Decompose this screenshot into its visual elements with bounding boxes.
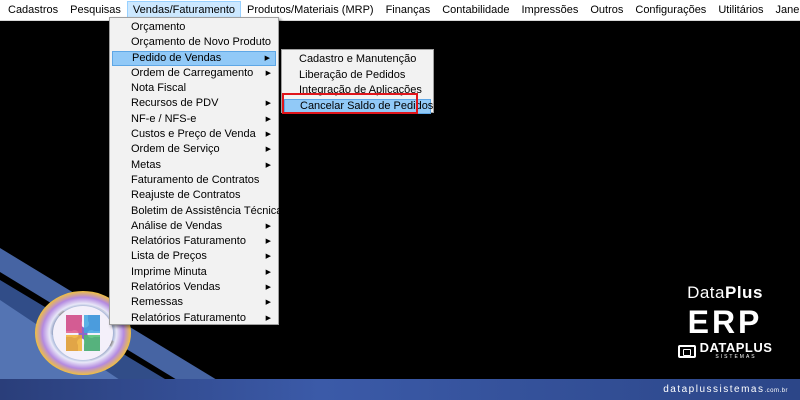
- submenu-arrow-icon: ▶: [265, 161, 271, 169]
- menu-item-nfe-nfse[interactable]: NF-e / NFS-e ▶: [112, 112, 276, 127]
- submenu-arrow-icon: ▶: [265, 253, 271, 261]
- menu-item-reajuste-contratos[interactable]: Reajuste de Contratos: [112, 188, 276, 203]
- menu-item-label: Imprime Minuta: [131, 265, 207, 278]
- menu-item-custos-preco-venda[interactable]: Custos e Preço de Venda ▶: [112, 127, 276, 142]
- pedido-vendas-submenu: Cadastro e Manutenção Liberação de Pedid…: [281, 49, 434, 114]
- menu-item-label: Liberação de Pedidos: [299, 68, 406, 81]
- menu-item-remessas[interactable]: Remessas ▶: [112, 295, 276, 310]
- brand-block: DataPlus ERP DATAPLUS SISTEMAS: [650, 283, 800, 360]
- menu-item-label: Custos e Preço de Venda: [131, 128, 256, 141]
- submenu-arrow-icon: ▶: [265, 69, 271, 77]
- menu-item-label: Recursos de PDV: [131, 97, 219, 110]
- submenu-arrow-icon: ▶: [265, 131, 271, 139]
- submenu-arrow-icon: ▶: [265, 299, 271, 307]
- menu-item-label: Relatórios Faturamento: [131, 311, 246, 324]
- menu-item-label: NF-e / NFS-e: [131, 112, 197, 125]
- menu-item-label: Relatórios Vendas: [131, 281, 221, 294]
- menu-financas[interactable]: Finanças: [380, 1, 437, 20]
- menu-item-ordem-de-servico[interactable]: Ordem de Serviço ▶: [112, 142, 276, 157]
- menu-item-label: Orçamento de Novo Produto: [131, 36, 272, 49]
- company-logo-icon: [677, 344, 696, 358]
- submenu-arrow-icon: ▶: [265, 100, 271, 108]
- menu-item-relatorios-vendas[interactable]: Relatórios Vendas ▶: [112, 280, 276, 295]
- menu-item-faturamento-contratos[interactable]: Faturamento de Contratos: [112, 173, 276, 188]
- menu-outros[interactable]: Outros: [584, 1, 629, 20]
- submenu-arrow-icon: ▶: [265, 222, 271, 230]
- menu-item-label: Integração de Aplicações: [299, 84, 422, 96]
- brand-name-bold: Plus: [725, 283, 763, 302]
- menu-item-label: Remessas: [131, 296, 183, 309]
- submenu-item-integracao-aplicacoes[interactable]: Integração de Aplicações: [284, 83, 431, 99]
- menu-item-label: Metas: [131, 158, 161, 171]
- menu-item-label: Relatórios Faturamento: [131, 235, 246, 248]
- submenu-item-cancelar-saldo-pedidos[interactable]: Cancelar Saldo de Pedidos: [284, 98, 434, 114]
- submenu-arrow-icon: ▶: [265, 314, 271, 322]
- menu-item-label: Cancelar Saldo de Pedidos: [300, 99, 434, 112]
- vendas-dropdown-menu: Orçamento Orçamento de Novo Produto Pedi…: [109, 17, 282, 326]
- website-url-main: dataplussistemas: [663, 384, 765, 395]
- menu-item-lista-precos[interactable]: Lista de Preços ▶: [112, 249, 276, 264]
- submenu-arrow-icon: ▶: [265, 238, 271, 246]
- menu-item-boletim-assistencia[interactable]: Boletim de Assistência Técnica: [112, 204, 282, 219]
- menu-item-label: Lista de Preços: [131, 250, 207, 263]
- submenu-arrow-icon: ▶: [264, 54, 270, 62]
- brand-name-regular: Data: [687, 283, 725, 302]
- menu-cadastros[interactable]: Cadastros: [2, 1, 64, 20]
- menu-item-orcamento[interactable]: Orçamento: [112, 20, 276, 35]
- menu-impressoes[interactable]: Impressões: [516, 1, 585, 20]
- brand-product: ERP: [687, 304, 763, 340]
- menu-item-metas[interactable]: Metas ▶: [112, 158, 276, 173]
- submenu-item-cadastro-manutencao[interactable]: Cadastro e Manutenção: [284, 52, 431, 68]
- menu-configuracoes[interactable]: Configurações: [629, 1, 712, 20]
- menu-utilitarios[interactable]: Utilitários: [712, 1, 769, 20]
- menu-item-label: Análise de Vendas: [131, 219, 223, 232]
- submenu-arrow-icon: ▶: [265, 268, 271, 276]
- menu-item-recursos-pdv[interactable]: Recursos de PDV ▶: [112, 96, 276, 111]
- menu-item-orcamento-novo-produto[interactable]: Orçamento de Novo Produto: [112, 35, 276, 50]
- menu-contabilidade[interactable]: Contabilidade: [436, 1, 515, 20]
- menu-item-label: Cadastro e Manutenção: [299, 53, 417, 65]
- menu-item-label: Orçamento: [131, 21, 186, 33]
- menu-item-imprime-minuta[interactable]: Imprime Minuta ▶: [112, 265, 276, 280]
- menu-item-ordem-de-carregamento[interactable]: Ordem de Carregamento ▶: [112, 66, 276, 81]
- menu-item-relatorios-faturamento-2[interactable]: Relatórios Faturamento ▶: [112, 311, 276, 326]
- submenu-arrow-icon: ▶: [265, 115, 271, 123]
- website-url-suffix: .com.br: [764, 388, 788, 394]
- menu-item-analise-vendas[interactable]: Análise de Vendas ▶: [112, 219, 276, 234]
- submenu-item-liberacao-pedidos[interactable]: Liberação de Pedidos: [284, 68, 431, 84]
- menu-item-label: Ordem de Serviço: [131, 143, 220, 156]
- submenu-arrow-icon: ▶: [265, 284, 271, 292]
- submenu-arrow-icon: ▶: [265, 146, 271, 154]
- menu-item-pedido-de-vendas[interactable]: Pedido de Vendas ▶: [112, 50, 276, 66]
- menu-item-label: Boletim de Assistência Técnica: [131, 204, 283, 217]
- menu-item-label: Pedido de Vendas: [132, 51, 222, 64]
- menu-item-relatorios-faturamento[interactable]: Relatórios Faturamento ▶: [112, 234, 276, 249]
- menu-item-label: Faturamento de Contratos: [131, 173, 260, 186]
- menu-janelas[interactable]: Janelas: [770, 1, 800, 20]
- menu-item-label: Ordem de Carregamento: [131, 66, 254, 79]
- menu-item-label: Nota Fiscal: [131, 82, 187, 95]
- company-logo: DATAPLUS SISTEMAS: [650, 340, 800, 360]
- menu-item-nota-fiscal[interactable]: Nota Fiscal: [112, 81, 276, 96]
- brand-name: DataPlus: [650, 283, 800, 303]
- menu-item-label: Reajuste de Contratos: [131, 189, 241, 202]
- website-url: dataplussistemas.com.br: [663, 384, 788, 395]
- company-logo-text: DATAPLUS: [699, 340, 773, 355]
